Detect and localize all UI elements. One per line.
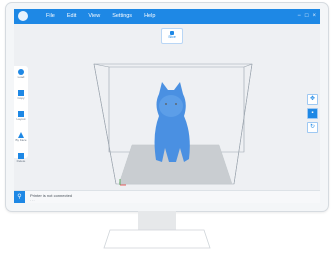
slice-button-label: Slice: [168, 35, 176, 39]
frame-edge: [93, 63, 117, 185]
tool-layout-label: Layout: [16, 117, 26, 121]
left-toolbar: Load Copy Layout By Face Delete: [14, 66, 28, 163]
slice-button[interactable]: Slice: [161, 28, 183, 44]
printer-status-text: Printer is not connected: [30, 193, 73, 198]
cat-eye-right: [175, 103, 177, 105]
print-volume-scene: [93, 63, 253, 193]
by-face-icon: [18, 132, 24, 138]
cat-body: [154, 82, 190, 162]
menu-file[interactable]: File: [40, 12, 61, 21]
cat-head: [159, 95, 183, 117]
printer-status-sub: - - -: [30, 198, 35, 202]
menu-view[interactable]: View: [82, 12, 106, 21]
tool-layout[interactable]: Layout: [14, 111, 28, 129]
view-icon[interactable]: ▪: [307, 108, 318, 119]
move-icon[interactable]: ✥: [307, 94, 318, 105]
close-button[interactable]: ×: [312, 12, 316, 21]
tool-delete-label: Delete: [16, 159, 26, 163]
app-window: File Edit View Settings Help − □ × Slice…: [14, 9, 320, 203]
menu-edit[interactable]: Edit: [61, 12, 82, 21]
monitor-frame: File Edit View Settings Help − □ × Slice…: [5, 2, 329, 212]
cat-eye-left: [165, 103, 167, 105]
cat-model: [154, 82, 190, 162]
window-controls: − □ ×: [297, 12, 316, 21]
app-logo-icon: [18, 11, 28, 21]
status-bar: ⚲ Printer is not connected - - -: [14, 190, 320, 203]
tool-copy-label: Copy: [17, 96, 25, 100]
tool-load[interactable]: Load: [14, 69, 28, 87]
tool-copy[interactable]: Copy: [14, 90, 28, 108]
monitor-base-plate: [103, 229, 211, 249]
maximize-button[interactable]: □: [305, 12, 309, 21]
frame-edge: [93, 63, 110, 68]
reset-view-icon[interactable]: ↻: [307, 122, 318, 133]
menu-help[interactable]: Help: [138, 12, 161, 21]
printer-connect-icon[interactable]: ⚲: [14, 191, 25, 203]
tool-by-face[interactable]: By Face: [14, 132, 28, 150]
tool-load-label: Load: [17, 75, 25, 79]
monitor-base: [103, 229, 211, 249]
frame-edge: [233, 63, 253, 185]
menu-settings[interactable]: Settings: [106, 12, 138, 21]
menu-bar: File Edit View Settings Help: [40, 12, 161, 21]
title-bar: File Edit View Settings Help − □ ×: [14, 9, 320, 24]
frame-edge: [243, 63, 253, 68]
right-toolbar: ✥ ▪ ↻: [307, 94, 318, 136]
tool-by-face-label: By Face: [15, 138, 27, 142]
minimize-button[interactable]: −: [297, 12, 301, 21]
tool-delete[interactable]: Delete: [14, 153, 28, 171]
3d-viewport[interactable]: Slice Load Copy Layout By Face Delete ✥ …: [14, 24, 320, 193]
